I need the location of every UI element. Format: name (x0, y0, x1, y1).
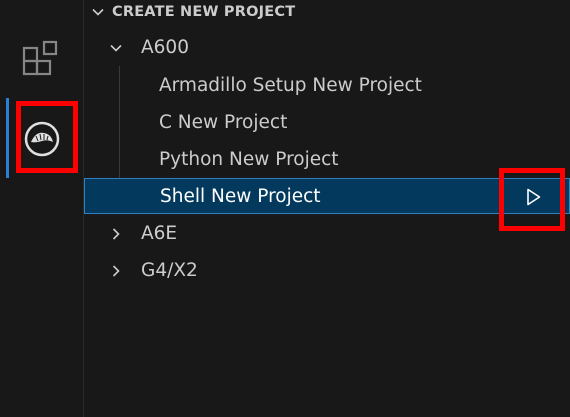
extensions-icon (22, 40, 57, 76)
tree-item-label: Shell New Project (160, 185, 321, 207)
tree-item-label: C New Project (159, 112, 288, 133)
tree-item-shell-new-project[interactable]: Shell New Project (84, 178, 570, 214)
tree-item-armadillo-setup-new-project[interactable]: Armadillo Setup New Project (84, 67, 570, 104)
side-panel: CREATE NEW PROJECT A600 Armadillo Setup … (83, 0, 570, 417)
chevron-right-icon (108, 215, 128, 252)
tree-item-label: A6E (141, 223, 178, 244)
tree-item-c-new-project[interactable]: C New Project (84, 104, 570, 141)
tree-item-python-new-project[interactable]: Python New Project (84, 141, 570, 178)
chevron-down-icon (90, 0, 112, 24)
tree-item-label: Python New Project (159, 149, 339, 170)
tree-item-a600[interactable]: A600 (84, 29, 570, 66)
tree-item-label: G4/X2 (141, 260, 198, 281)
armadillo-highlight-box (16, 101, 78, 173)
chevron-right-icon (108, 252, 128, 289)
section-header[interactable]: CREATE NEW PROJECT (90, 0, 295, 24)
extensions-activity-button[interactable] (0, 32, 83, 84)
tree-item-label: A600 (141, 37, 189, 58)
tree-item-label: Armadillo Setup New Project (159, 75, 422, 96)
activity-bar (0, 0, 83, 417)
tree-item-a6e[interactable]: A6E (84, 215, 570, 252)
run-button-highlight-box (499, 168, 565, 231)
tree-item-g4x2[interactable]: G4/X2 (84, 252, 570, 289)
section-title: CREATE NEW PROJECT (112, 4, 296, 20)
chevron-down-icon (108, 29, 128, 66)
